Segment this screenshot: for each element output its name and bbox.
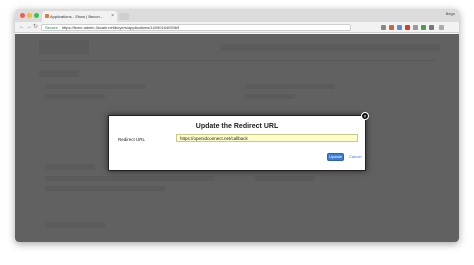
address-bar[interactable]: Secure https://fsme.admin.3scale.net/buy…	[41, 24, 351, 31]
tab-title: Applications - Show | Becon...	[50, 14, 104, 19]
close-window-button[interactable]	[20, 13, 25, 18]
menu-icon[interactable]	[439, 25, 444, 30]
forward-arrow-icon[interactable]: →	[26, 23, 32, 32]
dialog-title: Update the Redirect URL	[195, 123, 279, 130]
extension-icon[interactable]	[429, 25, 434, 30]
reload-icon[interactable]: ↻	[33, 23, 38, 32]
redirect-url-label: Redirect URL	[118, 137, 146, 142]
extension-icon[interactable]	[413, 25, 418, 30]
page-content: Update the Redirect URL × Redirect URL U…	[15, 34, 459, 242]
cancel-link[interactable]: Cancel	[349, 154, 361, 159]
minimize-window-button[interactable]	[27, 13, 32, 18]
extension-icon[interactable]	[389, 25, 394, 30]
browser-toolbar: ← → ↻ Secure https://fsme.admin.3scale.n…	[15, 22, 459, 33]
back-arrow-icon[interactable]: ←	[19, 23, 25, 32]
tab-bar: Applications - Show | Becon... × Bego	[15, 9, 459, 22]
profile-name[interactable]: Bego	[446, 11, 455, 16]
browser-window: Applications - Show | Becon... × Bego ← …	[15, 9, 459, 242]
secure-label: Secure	[45, 25, 58, 30]
extension-icon[interactable]	[381, 25, 386, 30]
update-button[interactable]: Update	[327, 153, 344, 161]
extension-icon[interactable]	[405, 25, 410, 30]
extension-icon[interactable]	[421, 25, 426, 30]
zoom-window-button[interactable]	[34, 13, 39, 18]
new-tab-button[interactable]	[119, 13, 129, 20]
update-redirect-url-dialog: Update the Redirect URL × Redirect URL U…	[108, 112, 369, 171]
extension-icon[interactable]	[397, 25, 402, 30]
tab-close-icon[interactable]: ×	[111, 11, 114, 22]
redirect-url-input[interactable]	[176, 134, 358, 142]
favicon-icon	[45, 14, 49, 18]
close-icon[interactable]: ×	[361, 112, 369, 120]
browser-tab[interactable]: Applications - Show | Becon... ×	[42, 11, 117, 22]
url-text: https://fsme.admin.3scale.net/buyers/app…	[61, 25, 180, 30]
